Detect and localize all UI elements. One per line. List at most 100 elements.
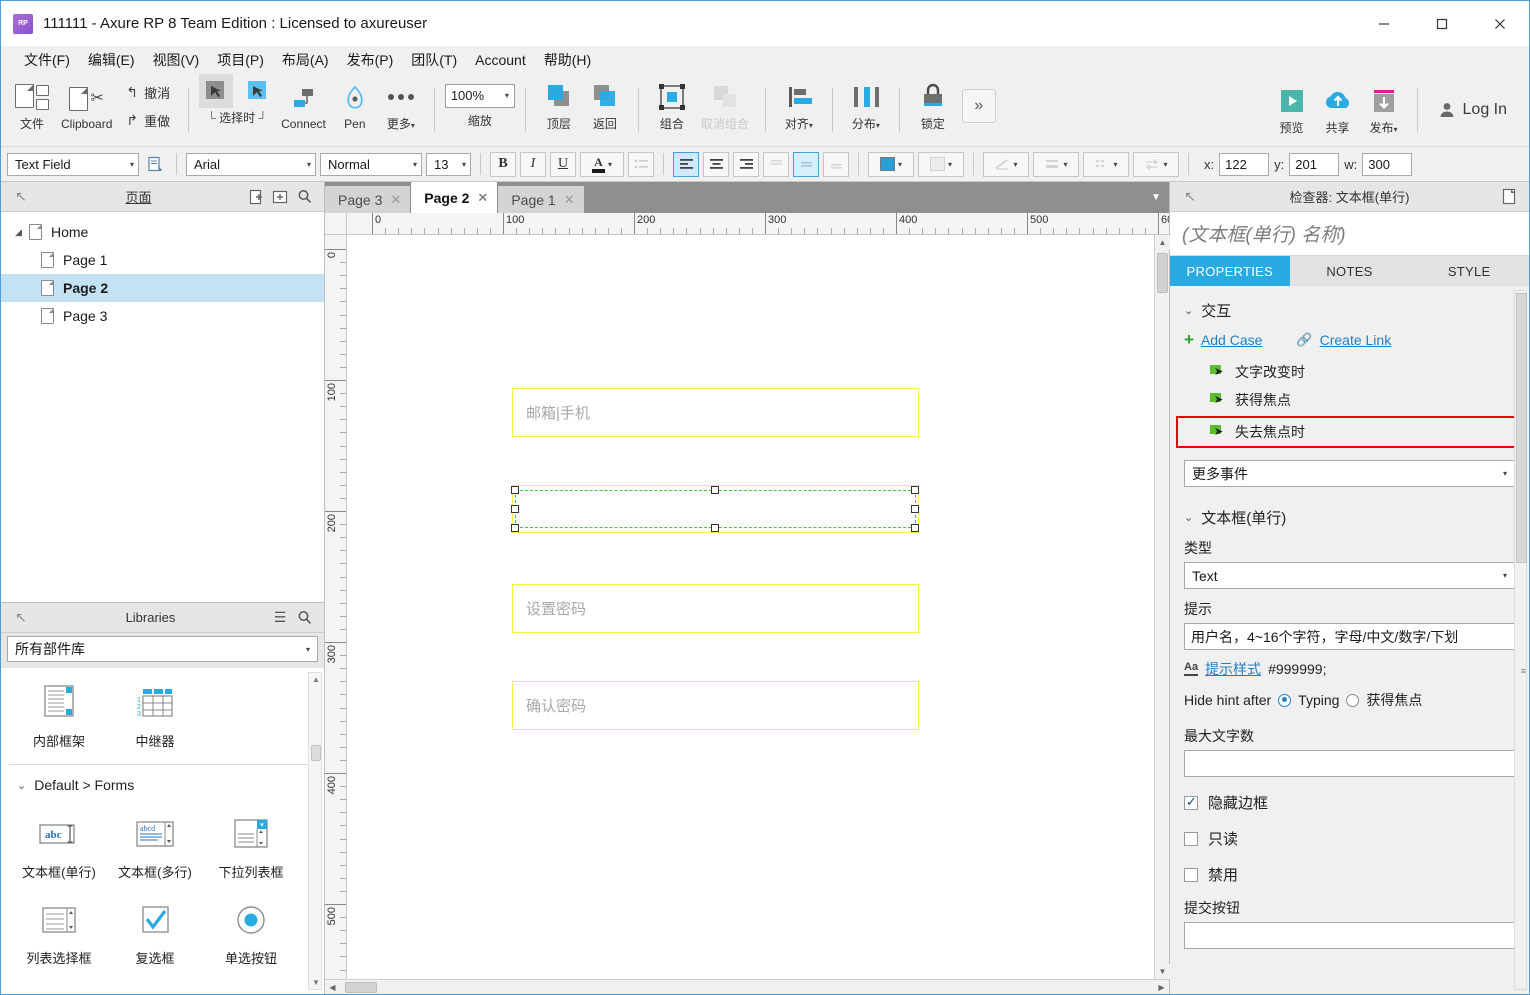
search-icon[interactable] (292, 606, 316, 630)
library-widget-text-field[interactable]: abc 文本框(单行) (11, 805, 107, 891)
tab-style[interactable]: STYLE (1409, 256, 1529, 286)
event-lost-focus[interactable]: ➤ 失去焦点时 (1176, 416, 1523, 448)
scrollbar-thumb[interactable] (1516, 293, 1527, 563)
type-select[interactable]: Text ▾ (1184, 562, 1515, 589)
canvas-vertical-scrollbar[interactable]: ▲ ▼ (1154, 235, 1170, 979)
widget-type-select[interactable]: Text Field ▾ (7, 152, 139, 176)
align-left-button[interactable] (673, 151, 699, 177)
share-button[interactable]: 共享 (1315, 78, 1361, 142)
connect-button[interactable]: Connect (275, 74, 332, 138)
library-widget-list-box[interactable]: 列表选择框 (11, 891, 107, 977)
font-family-select[interactable]: Arial ▾ (186, 152, 316, 176)
align-button[interactable]: 对齐▾ (776, 74, 822, 138)
page-doc-icon[interactable] (1497, 185, 1521, 209)
add-case-button[interactable]: + Add Case (1184, 331, 1262, 348)
connector-tool-button[interactable] (241, 74, 275, 108)
shadow-button[interactable]: ▾ (918, 151, 964, 177)
align-top-button[interactable] (763, 151, 789, 177)
menu-team[interactable]: 团队(T) (402, 46, 466, 74)
library-select[interactable]: 所有部件库 ▾ (7, 636, 318, 662)
pen-button[interactable]: Pen (332, 74, 378, 138)
menu-file[interactable]: 文件(F) (15, 46, 79, 74)
canvas-page[interactable]: 邮箱|手机 设置密码 确认密码 (347, 235, 1154, 979)
maxlength-input[interactable] (1184, 750, 1515, 777)
inspector-scrollbar[interactable] (1514, 290, 1527, 990)
event-text-changed[interactable]: ➤ 文字改变时 (1184, 358, 1515, 386)
menu-edit[interactable]: 编辑(E) (79, 46, 144, 74)
library-widget-droplist[interactable]: 下拉列表框 (203, 805, 299, 891)
font-size-select[interactable]: 13 ▾ (426, 152, 471, 176)
distribute-button[interactable]: 分布▾ (843, 74, 889, 138)
canvas-viewport[interactable]: 邮箱|手机 设置密码 确认密码 (347, 235, 1154, 979)
tab-page-1[interactable]: Page 1 ✕ (498, 186, 584, 213)
collapse-panel-icon[interactable]: ↖ (9, 185, 33, 209)
canvas-widget-email-phone[interactable]: 邮箱|手机 (512, 388, 919, 437)
scroll-left-icon[interactable]: ◀ (325, 979, 340, 994)
library-widget-repeater[interactable]: 123 中继器 (107, 674, 203, 760)
tree-item-page-3[interactable]: Page 3 (1, 302, 324, 330)
library-widget-text-area[interactable]: abcd 文本框(多行) (107, 805, 203, 891)
collapse-panel-icon[interactable]: ↖ (9, 606, 33, 630)
add-page-icon[interactable] (244, 185, 268, 209)
group-button[interactable]: 组合 (649, 74, 695, 138)
fill-color-button[interactable]: ▾ (868, 151, 914, 177)
arrow-style-button[interactable]: ▾ (1133, 151, 1179, 177)
resize-handle-s[interactable] (711, 524, 719, 532)
clipboard-toolbar-button[interactable]: ✂ Clipboard (55, 74, 118, 138)
canvas-widget-set-password[interactable]: 设置密码 (512, 584, 919, 633)
menu-view[interactable]: 视图(V) (144, 46, 209, 74)
disabled-checkbox[interactable] (1184, 867, 1198, 882)
readonly-checkbox[interactable] (1184, 831, 1198, 846)
widget-section-header[interactable]: ⌄ 文本框(单行) (1184, 507, 1515, 528)
preview-button[interactable]: 预览 (1269, 78, 1315, 142)
library-widget-checkbox[interactable]: 复选框 (107, 891, 203, 977)
scrollbar-thumb[interactable] (345, 982, 377, 993)
libraries-scrollbar[interactable]: ▲ ▼ (308, 672, 322, 990)
tab-notes[interactable]: NOTES (1290, 256, 1410, 286)
create-link-button[interactable]: 🔗 Create Link (1296, 332, 1391, 348)
resize-handle-e[interactable] (911, 505, 919, 513)
library-menu-icon[interactable]: ☰ (268, 606, 292, 630)
add-folder-icon[interactable] (268, 185, 292, 209)
hide-hint-focus-radio[interactable] (1346, 693, 1360, 707)
resize-handle-se[interactable] (911, 524, 919, 532)
tab-page-2[interactable]: Page 2 ✕ (411, 182, 498, 213)
close-icon[interactable]: ✕ (564, 192, 575, 208)
tabstrip-overflow-icon[interactable]: ▼ (1143, 182, 1169, 213)
lock-button[interactable]: 锁定 (910, 74, 956, 138)
italic-button[interactable]: I (520, 151, 546, 177)
scroll-right-icon[interactable]: ▶ (1154, 979, 1169, 994)
login-button[interactable]: Log In (1428, 95, 1517, 125)
line-width-button[interactable]: ▾ (1033, 151, 1079, 177)
scroll-down-icon[interactable]: ▼ (311, 978, 321, 987)
x-input[interactable] (1219, 152, 1270, 176)
send-to-back-button[interactable]: 返回 (582, 74, 628, 138)
redo-button[interactable]: ↱ 重做 (122, 109, 174, 132)
resize-handle-w[interactable] (511, 505, 519, 513)
ungroup-button[interactable]: 取消组合 (695, 74, 755, 138)
bring-to-front-button[interactable]: 顶层 (536, 74, 582, 138)
scroll-up-icon[interactable]: ▲ (1155, 235, 1170, 250)
align-center-button[interactable] (703, 151, 729, 177)
resize-handle-ne[interactable] (911, 486, 919, 494)
widget-name-input[interactable]: (文本框(单行) 名称) (1170, 212, 1529, 256)
hint-style-link[interactable]: 提示样式 (1205, 659, 1261, 679)
resize-handle-nw[interactable] (511, 486, 519, 494)
submit-button-select[interactable] (1184, 922, 1515, 949)
minimize-button[interactable] (1355, 1, 1413, 46)
tab-properties[interactable]: PROPERTIES (1170, 256, 1290, 286)
library-widget-inline-frame[interactable]: 内部框架 (11, 674, 107, 760)
align-middle-button[interactable] (793, 151, 819, 177)
hint-input[interactable]: 用户名，4~16个字符，字母/中文/数字/下划 (1184, 623, 1515, 650)
tree-item-page-2[interactable]: Page 2 (1, 274, 324, 302)
line-style-button[interactable]: ▾ (983, 151, 1029, 177)
undo-button[interactable]: ↰ 撤消 (122, 81, 174, 104)
hide-hint-typing-radio[interactable] (1278, 693, 1292, 707)
select-tool-button[interactable] (199, 74, 234, 108)
font-weight-select[interactable]: Normal ▾ (320, 152, 422, 176)
line-dash-button[interactable]: ▾ (1083, 151, 1129, 177)
toolbar-overflow-button[interactable]: » (956, 74, 1002, 138)
y-input[interactable] (1289, 152, 1340, 176)
readonly-checkbox-row[interactable]: 只读 (1184, 828, 1515, 849)
resize-handle-sw[interactable] (511, 524, 519, 532)
